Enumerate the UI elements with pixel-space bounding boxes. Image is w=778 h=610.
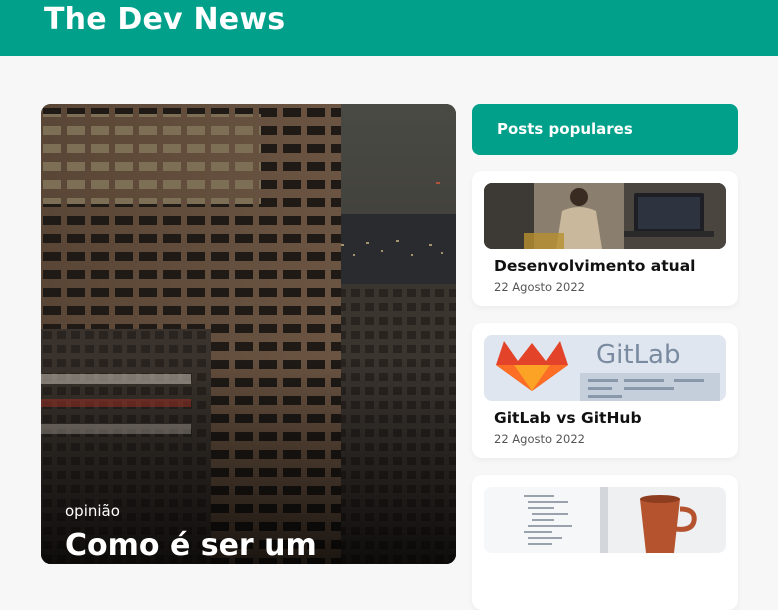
post-thumbnail[interactable] <box>484 183 726 249</box>
popular-post-card[interactable] <box>472 475 738 610</box>
post-thumbnail[interactable] <box>484 487 726 553</box>
developer-laptop-image <box>484 183 726 249</box>
post-date: 22 Agosto 2022 <box>494 432 585 446</box>
site-header: The Dev News <box>0 0 778 56</box>
featured-post-category[interactable]: opinião <box>65 502 120 520</box>
post-title[interactable]: Desenvolvimento atual <box>494 257 695 275</box>
featured-image <box>41 104 456 564</box>
popular-posts-header: Posts populares <box>472 104 738 155</box>
code-and-coffee-image <box>484 487 726 553</box>
post-thumbnail[interactable]: GitLab <box>484 335 726 401</box>
gitlab-logo-text: GitLab <box>596 340 681 370</box>
site-brand[interactable]: The Dev News <box>44 2 285 37</box>
post-date: 22 Agosto 2022 <box>494 280 585 294</box>
featured-post[interactable]: opinião Como é ser um <box>41 104 456 564</box>
featured-post-title[interactable]: Como é ser um <box>65 528 317 563</box>
popular-post-card[interactable]: GitLab GitLab vs GitHub 22 Agosto 2022 <box>472 323 738 458</box>
popular-post-card[interactable]: Desenvolvimento atual 22 Agosto 2022 <box>472 171 738 306</box>
post-title[interactable]: GitLab vs GitHub <box>494 409 642 427</box>
popular-posts-title: Posts populares <box>497 120 633 138</box>
gitlab-image: GitLab <box>484 335 726 401</box>
